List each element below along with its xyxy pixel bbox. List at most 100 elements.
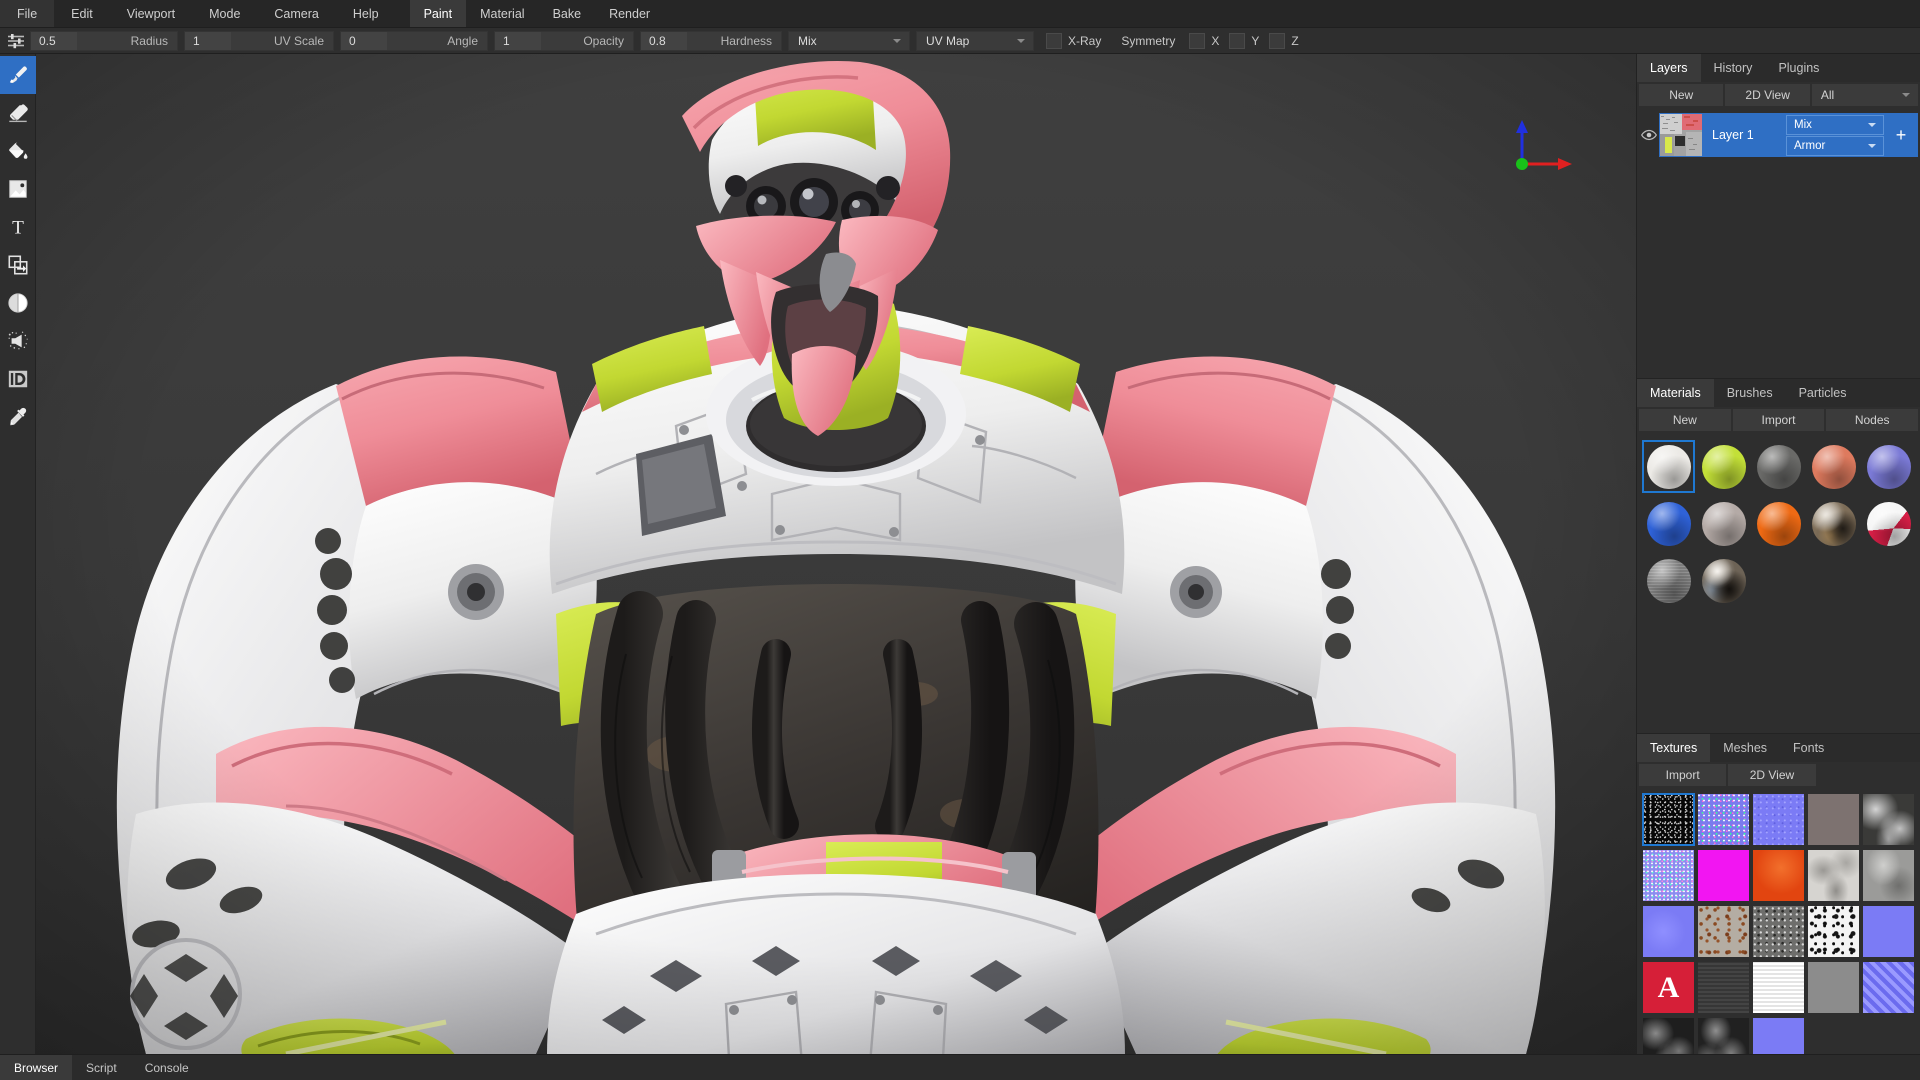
menu-help[interactable]: Help [336, 0, 396, 27]
texture-swatch[interactable] [1863, 962, 1914, 1013]
textures-2d-view-button[interactable]: 2D View [1728, 764, 1815, 786]
texture-swatch[interactable] [1808, 962, 1859, 1013]
texture-swatch[interactable] [1643, 794, 1694, 845]
material-swatch[interactable] [1643, 498, 1694, 549]
tab-plugins[interactable]: Plugins [1765, 54, 1832, 82]
texture-swatch[interactable] [1863, 906, 1914, 957]
material-swatch[interactable] [1808, 498, 1859, 549]
id-mask-tool[interactable] [0, 360, 36, 398]
tab-browser[interactable]: Browser [0, 1055, 72, 1080]
texture-swatch[interactable] [1643, 906, 1694, 957]
texture-swatch[interactable] [1863, 850, 1914, 901]
texture-swatch[interactable] [1808, 794, 1859, 845]
tab-meshes[interactable]: Meshes [1710, 734, 1780, 762]
xray-checkbox[interactable] [1046, 33, 1062, 49]
material-swatch[interactable] [1863, 498, 1914, 549]
import-texture-button[interactable]: Import [1639, 764, 1726, 786]
texture-swatch[interactable] [1698, 962, 1749, 1013]
tab-materials[interactable]: Materials [1637, 379, 1714, 407]
tab-layers[interactable]: Layers [1637, 54, 1701, 82]
texture-swatch[interactable]: A [1643, 962, 1694, 1013]
tab-textures[interactable]: Textures [1637, 734, 1710, 762]
texture-swatch[interactable] [1698, 850, 1749, 901]
hardness-field[interactable]: 0.8 Hardness [640, 31, 782, 51]
blend-mode-dropdown[interactable]: Mix [788, 31, 910, 51]
texture-swatch[interactable] [1643, 850, 1694, 901]
material-swatch[interactable] [1698, 441, 1749, 492]
sliders-icon[interactable] [2, 29, 30, 53]
stencil-tool[interactable] [0, 170, 36, 208]
menu-file[interactable]: File [0, 0, 54, 27]
tab-material[interactable]: Material [466, 0, 538, 27]
tab-brushes[interactable]: Brushes [1714, 379, 1786, 407]
texture-swatch[interactable] [1698, 794, 1749, 845]
texture-swatch[interactable] [1753, 794, 1804, 845]
tab-history[interactable]: History [1701, 54, 1766, 82]
layer-row[interactable]: Layer 1 Mix Armor [1637, 112, 1920, 158]
tab-paint[interactable]: Paint [410, 0, 467, 27]
layer-card[interactable]: Layer 1 Mix Armor [1659, 113, 1918, 157]
picker-tool[interactable] [0, 398, 36, 436]
texture-swatch[interactable] [1808, 906, 1859, 957]
eraser-tool[interactable] [0, 94, 36, 132]
texture-swatch[interactable] [1643, 1018, 1694, 1054]
symmetry-y-checkbox[interactable] [1229, 33, 1245, 49]
menu-camera[interactable]: Camera [257, 0, 335, 27]
material-swatch[interactable] [1753, 441, 1804, 492]
import-material-button[interactable]: Import [1733, 409, 1825, 431]
tab-console[interactable]: Console [131, 1055, 203, 1080]
layer-target-dropdown[interactable]: Armor [1786, 136, 1884, 156]
tab-script[interactable]: Script [72, 1055, 131, 1080]
fill-tool[interactable] [0, 132, 36, 170]
gradient-tool[interactable] [0, 284, 36, 322]
layers-filter-dropdown[interactable]: All [1812, 84, 1918, 106]
uv-scale-field[interactable]: 1 UV Scale [184, 31, 334, 51]
material-swatch[interactable] [1808, 441, 1859, 492]
radius-field[interactable]: 0.5 Radius [30, 31, 178, 51]
angle-field[interactable]: 0 Angle [340, 31, 488, 51]
menu-edit[interactable]: Edit [54, 0, 110, 27]
tab-bake[interactable]: Bake [539, 0, 596, 27]
opacity-value[interactable]: 1 [495, 32, 541, 50]
clone-tool[interactable] [0, 246, 36, 284]
particles-tool[interactable] [0, 322, 36, 360]
material-swatch[interactable] [1753, 498, 1804, 549]
add-layer-channel-button[interactable]: + [1884, 113, 1918, 157]
projection-mode-dropdown[interactable]: UV Map [916, 31, 1034, 51]
texture-swatch[interactable] [1808, 850, 1859, 901]
texture-swatch[interactable] [1698, 1018, 1749, 1054]
texture-swatch[interactable] [1698, 906, 1749, 957]
new-material-button[interactable]: New [1639, 409, 1731, 431]
tab-particles[interactable]: Particles [1786, 379, 1860, 407]
uv-scale-value[interactable]: 1 [185, 32, 231, 50]
axis-gizmo[interactable] [1500, 116, 1580, 186]
viewport-3d[interactable] [36, 54, 1636, 1054]
text-tool[interactable]: T [0, 208, 36, 246]
material-swatch[interactable] [1698, 498, 1749, 549]
texture-swatch[interactable] [1863, 794, 1914, 845]
material-swatch[interactable] [1863, 441, 1914, 492]
material-nodes-button[interactable]: Nodes [1826, 409, 1918, 431]
material-swatch[interactable] [1643, 441, 1694, 492]
texture-swatch[interactable] [1753, 962, 1804, 1013]
texture-swatch[interactable] [1753, 906, 1804, 957]
angle-value[interactable]: 0 [341, 32, 387, 50]
layer-blend-mode-dropdown[interactable]: Mix [1786, 115, 1884, 135]
symmetry-z-checkbox[interactable] [1269, 33, 1285, 49]
brush-tool[interactable] [0, 56, 36, 94]
texture-swatch[interactable] [1753, 850, 1804, 901]
radius-value[interactable]: 0.5 [31, 32, 77, 50]
tab-fonts[interactable]: Fonts [1780, 734, 1837, 762]
new-layer-button[interactable]: New [1639, 84, 1723, 106]
material-swatch[interactable] [1643, 555, 1694, 606]
tab-render[interactable]: Render [595, 0, 664, 27]
texture-swatch[interactable] [1753, 1018, 1804, 1054]
opacity-field[interactable]: 1 Opacity [494, 31, 634, 51]
symmetry-x-checkbox[interactable] [1189, 33, 1205, 49]
layer-visibility-toggle[interactable] [1639, 129, 1659, 141]
layers-2d-view-button[interactable]: 2D View [1725, 84, 1809, 106]
hardness-value[interactable]: 0.8 [641, 32, 687, 50]
material-swatch[interactable] [1698, 555, 1749, 606]
menu-viewport[interactable]: Viewport [110, 0, 192, 27]
menu-mode[interactable]: Mode [192, 0, 257, 27]
